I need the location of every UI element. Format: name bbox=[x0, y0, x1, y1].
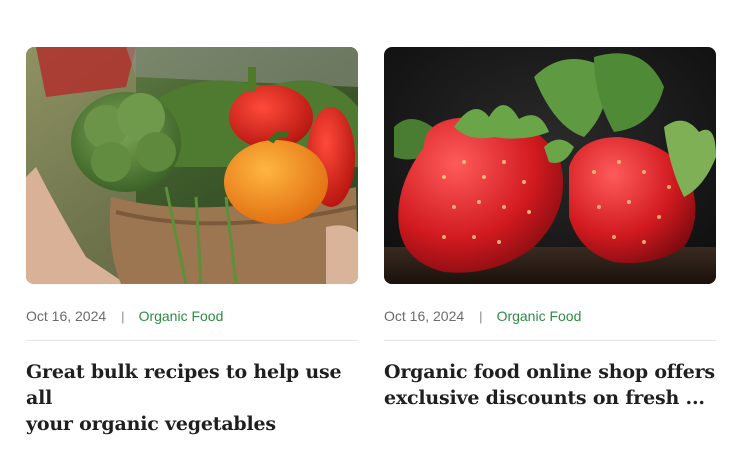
divider bbox=[26, 340, 358, 341]
category-link[interactable]: Organic Food bbox=[497, 308, 582, 324]
post-meta: Oct 16, 2024 | Organic Food bbox=[384, 305, 716, 327]
post-title-link[interactable]: Great bulk recipes to help use all your … bbox=[26, 359, 358, 437]
post-title-line: Great bulk recipes to help use all bbox=[26, 361, 342, 409]
category-link[interactable]: Organic Food bbox=[139, 308, 224, 324]
strawberries-image bbox=[384, 47, 716, 284]
blog-card: Oct 16, 2024 | Organic Food Great bulk r… bbox=[26, 47, 358, 437]
post-thumbnail-link[interactable] bbox=[26, 47, 358, 284]
post-meta: Oct 16, 2024 | Organic Food bbox=[26, 305, 358, 327]
post-thumbnail-link[interactable] bbox=[384, 47, 716, 284]
meta-separator: | bbox=[121, 308, 125, 324]
divider bbox=[384, 340, 716, 341]
post-date: Oct 16, 2024 bbox=[384, 308, 465, 324]
post-title-line: Organic food online shop offers bbox=[384, 361, 715, 383]
post-date: Oct 16, 2024 bbox=[26, 308, 107, 324]
blog-grid: Oct 16, 2024 | Organic Food Great bulk r… bbox=[0, 0, 740, 465]
post-title-line: your organic vegetables bbox=[26, 413, 276, 435]
blog-card: Oct 16, 2024 | Organic Food Organic food… bbox=[384, 47, 716, 411]
post-title-line: exclusive discounts on fresh ... bbox=[384, 387, 705, 409]
post-title-link[interactable]: Organic food online shop offers exclusiv… bbox=[384, 359, 716, 411]
meta-separator: | bbox=[479, 308, 483, 324]
vegetable-basket-image bbox=[26, 47, 358, 284]
